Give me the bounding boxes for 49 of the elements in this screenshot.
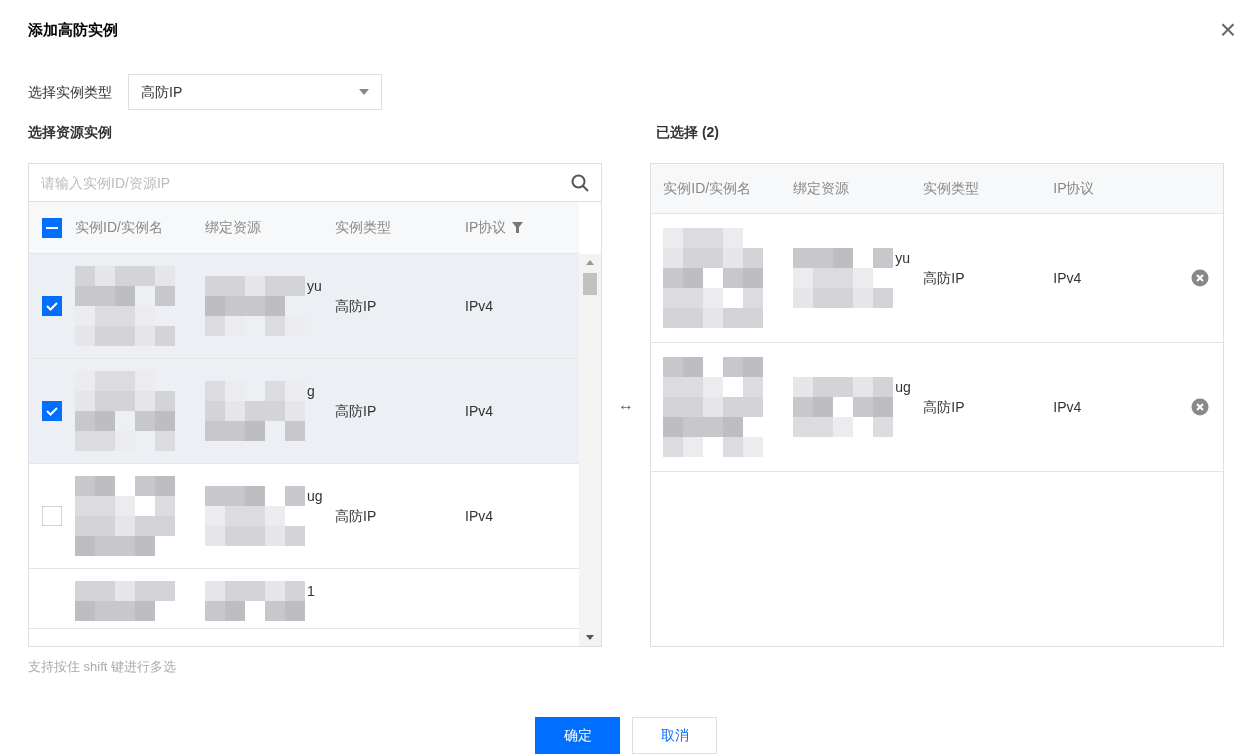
checkbox[interactable] [42, 217, 62, 238]
table-row[interactable]: g 高防IP IPv4 [29, 359, 579, 464]
hint-text: 支持按住 shift 键进行多选 [28, 658, 178, 676]
remove-icon[interactable] [1191, 269, 1210, 287]
transfer-icon: ↔ [618, 393, 634, 417]
remove-icon[interactable] [1191, 398, 1210, 416]
field-label: 选择实例类型 [28, 82, 112, 102]
column-header: IP协议 [465, 218, 507, 237]
resource-text: ug [895, 378, 911, 397]
checkmark-icon [45, 404, 59, 418]
resource-text: 1 [307, 582, 315, 601]
column-header: 绑定资源 [793, 179, 851, 198]
column-header: 实例ID/实例名 [663, 179, 753, 198]
resource-text: g [307, 382, 315, 401]
resource-text: yu [307, 277, 322, 296]
checkbox[interactable] [42, 401, 62, 421]
table-row[interactable]: yu 高防IP IPv4 [29, 254, 579, 359]
table-cell-text: 高防IP [335, 296, 378, 316]
section-title: 已选择 (2) [656, 123, 719, 142]
table-cell-text: 高防IP [335, 506, 378, 526]
filter-icon[interactable] [512, 222, 524, 233]
column-header: 实例ID/实例名 [75, 218, 164, 237]
scrollbar[interactable] [578, 254, 601, 646]
table-cell-text: IPv4 [1053, 397, 1083, 417]
column-header: 实例类型 [335, 218, 392, 237]
resource-text: yu [895, 249, 911, 268]
table-cell-text: 高防IP [923, 268, 966, 288]
resource-text: ug [307, 487, 323, 506]
table-cell-text: IPv4 [465, 296, 493, 316]
close-button[interactable]: × [1219, 16, 1236, 44]
table-cell-text: 高防IP [923, 397, 966, 417]
search-field[interactable]: 请输入实例ID/资源IP [29, 164, 571, 201]
dialog-title: 添加高防实例 [28, 19, 118, 40]
checkmark-icon [45, 299, 59, 313]
table-cell-text: IPv4 [465, 506, 493, 526]
column-header: 绑定资源 [205, 218, 262, 237]
cancel-button[interactable]: 取消 [632, 716, 717, 754]
table-cell-text: IPv4 [465, 401, 493, 421]
column-header: 实例类型 [923, 179, 981, 198]
confirm-button[interactable]: 确定 [535, 716, 620, 754]
table-cell-text: 高防IP [335, 401, 378, 421]
instance-type-dropdown[interactable]: 高防IP [128, 74, 382, 110]
checkbox[interactable] [42, 506, 62, 526]
checkbox[interactable] [42, 296, 62, 316]
section-title: 选择资源实例 [28, 123, 113, 142]
search-icon [570, 173, 589, 192]
table-cell-text: IPv4 [1053, 268, 1083, 288]
caret-icon [359, 89, 369, 95]
column-header: IP协议 [1053, 179, 1096, 198]
